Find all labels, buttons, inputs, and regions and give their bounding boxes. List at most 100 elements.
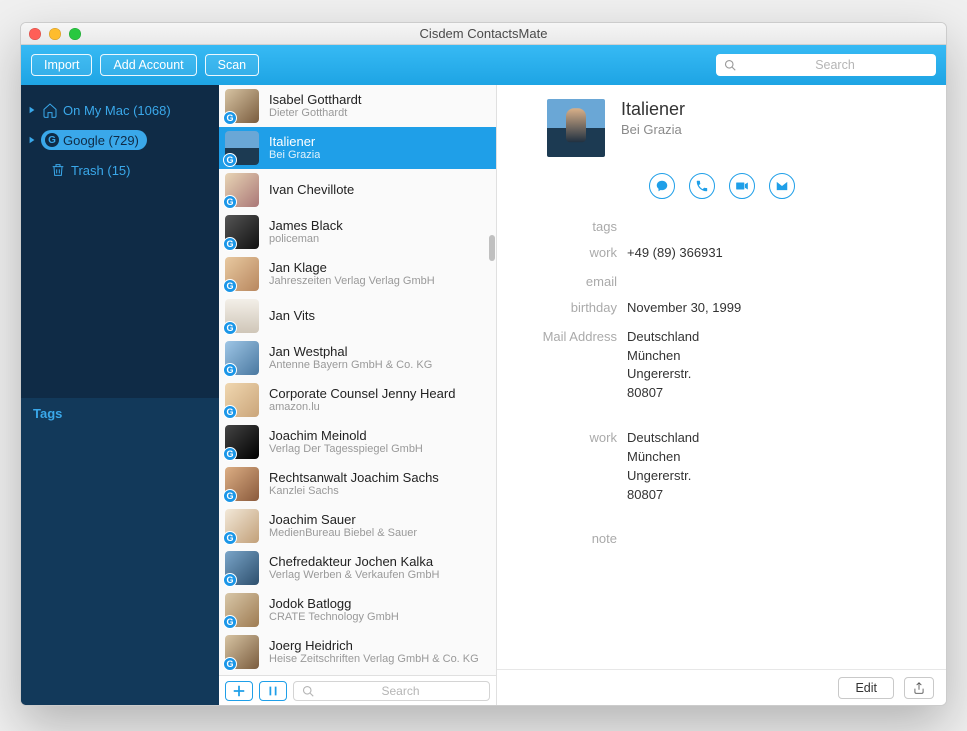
contact-row[interactable]: G Jan WestphalAntenne Bayern GmbH & Co. K… xyxy=(219,337,496,379)
contact-row[interactable]: GChefredakteur Jochen KalkaVerlag Werben… xyxy=(219,547,496,589)
contact-row[interactable]: GJoachim MeinoldVerlag Der Tagesspiegel … xyxy=(219,421,496,463)
contact-row[interactable]: G Ivan Chevillote xyxy=(219,169,496,211)
google-badge-icon: G xyxy=(223,363,237,377)
contact-avatar: G xyxy=(225,89,259,123)
search-input-top[interactable] xyxy=(742,58,928,72)
contact-subtitle: Verlag Werben & Verkaufen GmbH xyxy=(269,569,439,582)
work-phone-value[interactable]: +49 (89) 366931 xyxy=(627,244,723,263)
google-badge-icon: G xyxy=(223,657,237,671)
contact-row[interactable]: GJoachim SauerMedienBureau Biebel & Saue… xyxy=(219,505,496,547)
contact-name: Ivan Chevillote xyxy=(269,182,354,198)
contact-avatar: G xyxy=(225,551,259,585)
contact-row[interactable]: G Isabel GotthardtDieter Gotthardt xyxy=(219,85,496,127)
google-badge-icon: G xyxy=(223,111,237,125)
contact-subtitle: Dieter Gotthardt xyxy=(269,107,362,120)
contact-avatar: G xyxy=(225,593,259,627)
disclosure-triangle-icon[interactable] xyxy=(27,105,37,115)
contact-row[interactable]: G James Blackpoliceman xyxy=(219,211,496,253)
contact-row[interactable]: G Corporate Counsel Jenny Heardamazon.lu xyxy=(219,379,496,421)
field-email: email xyxy=(497,268,926,294)
birthday-value: November 30, 1999 xyxy=(627,299,741,318)
contact-name: Rechtsanwalt Joachim Sachs xyxy=(269,470,439,486)
email-button[interactable] xyxy=(769,173,795,199)
contact-avatar: G xyxy=(225,341,259,375)
contact-avatar: G xyxy=(225,509,259,543)
scan-button[interactable]: Scan xyxy=(205,54,260,76)
contact-row[interactable]: GJoerg HeidrichHeise Zeitschriften Verla… xyxy=(219,631,496,673)
work-address-value: DeutschlandMünchenUngererstr.80807 xyxy=(627,429,699,504)
contact-avatar: G xyxy=(225,173,259,207)
call-button[interactable] xyxy=(689,173,715,199)
contact-avatar: G xyxy=(225,215,259,249)
add-account-button[interactable]: Add Account xyxy=(100,54,196,76)
contact-avatar: G xyxy=(225,425,259,459)
google-badge-icon: G xyxy=(223,195,237,209)
contact-subtitle: Kanzlei Sachs xyxy=(269,485,439,498)
video-button[interactable] xyxy=(729,173,755,199)
message-button[interactable] xyxy=(649,173,675,199)
field-mail-address: Mail Address DeutschlandMünchenUngererst… xyxy=(497,323,926,408)
disclosure-triangle-icon[interactable] xyxy=(27,135,37,145)
contact-row[interactable]: GItalienerBei Grazia xyxy=(219,127,496,169)
contact-subtitle: Antenne Bayern GmbH & Co. KG xyxy=(269,359,432,372)
contact-avatar: G xyxy=(225,467,259,501)
contact-avatar-large[interactable] xyxy=(547,99,605,157)
contact-name: Isabel Gotthardt xyxy=(269,92,362,108)
contact-name: Italiener xyxy=(269,134,320,150)
contact-list: G Isabel GotthardtDieter Gotthardt G Italie… xyxy=(219,85,497,705)
contact-name: Corporate Counsel Jenny Heard xyxy=(269,386,455,402)
titlebar: Cisdem ContactsMate xyxy=(21,23,946,45)
google-badge-icon: G xyxy=(223,153,237,167)
sidebar-label-trash: Trash (15) xyxy=(71,163,130,178)
contact-name: Jan Vits xyxy=(269,308,315,324)
contact-subtitle: policeman xyxy=(269,233,343,246)
main-area: On My Mac (1068) G Google (729) Trash (1… xyxy=(21,85,946,705)
contact-list-scroll[interactable]: G Isabel GotthardtDieter Gotthardt G Italie… xyxy=(219,85,496,675)
close-window-button[interactable] xyxy=(29,28,41,40)
google-badge-icon: G xyxy=(223,279,237,293)
columns-button[interactable] xyxy=(259,681,287,701)
share-button[interactable] xyxy=(904,677,934,699)
contact-name: Jodok Batlogg xyxy=(269,596,399,612)
app-window: Cisdem ContactsMate Import Add Account S… xyxy=(20,22,947,706)
sidebar-item-on-my-mac[interactable]: On My Mac (1068) xyxy=(21,95,219,125)
contact-subtitle: Verlag Der Tagesspiegel GmbH xyxy=(269,443,423,456)
search-input-bottom[interactable] xyxy=(320,684,481,698)
contact-name: Jan Klage xyxy=(269,260,435,276)
search-icon xyxy=(724,59,736,71)
field-tags: tags xyxy=(497,213,926,239)
import-button[interactable]: Import xyxy=(31,54,92,76)
contact-avatar: G xyxy=(225,383,259,417)
zoom-window-button[interactable] xyxy=(69,28,81,40)
contact-avatar: G xyxy=(225,131,259,165)
sidebar-label-tags: Tags xyxy=(33,406,62,421)
window-controls xyxy=(29,28,81,40)
search-field-bottom[interactable] xyxy=(293,681,490,701)
action-row xyxy=(497,165,946,213)
sidebar-label-on-my-mac: On My Mac (1068) xyxy=(63,103,171,118)
contact-name: Joachim Sauer xyxy=(269,512,417,528)
contact-name: Italiener xyxy=(621,99,685,120)
minimize-window-button[interactable] xyxy=(49,28,61,40)
sidebar-section-tags[interactable]: Tags xyxy=(21,398,219,428)
contact-avatar: G xyxy=(225,635,259,669)
contact-company: Bei Grazia xyxy=(621,122,685,137)
sidebar-item-google[interactable]: G Google (729) xyxy=(21,125,219,155)
contact-subtitle: amazon.lu xyxy=(269,401,455,414)
add-contact-button[interactable] xyxy=(225,681,253,701)
contact-name: Jan Westphal xyxy=(269,344,432,360)
sidebar-item-trash[interactable]: Trash (15) xyxy=(21,155,219,185)
contact-subtitle: CRATE Technology GmbH xyxy=(269,611,399,624)
contact-name: James Black xyxy=(269,218,343,234)
home-icon xyxy=(41,101,59,119)
google-badge-icon: G xyxy=(223,321,237,335)
search-field-top[interactable] xyxy=(716,54,936,76)
contact-row[interactable]: G Jodok BatloggCRATE Technology GmbH xyxy=(219,589,496,631)
contact-row[interactable]: G Jan Vits xyxy=(219,295,496,337)
field-birthday: birthday November 30, 1999 xyxy=(497,294,926,323)
edit-button[interactable]: Edit xyxy=(838,677,894,699)
google-badge-icon: G xyxy=(223,489,237,503)
contact-row[interactable]: G Rechtsanwalt Joachim SachsKanzlei Sachs xyxy=(219,463,496,505)
contact-row[interactable]: G Jan KlageJahreszeiten Verlag Verlag Gmb… xyxy=(219,253,496,295)
contact-subtitle: Jahreszeiten Verlag Verlag GmbH xyxy=(269,275,435,288)
